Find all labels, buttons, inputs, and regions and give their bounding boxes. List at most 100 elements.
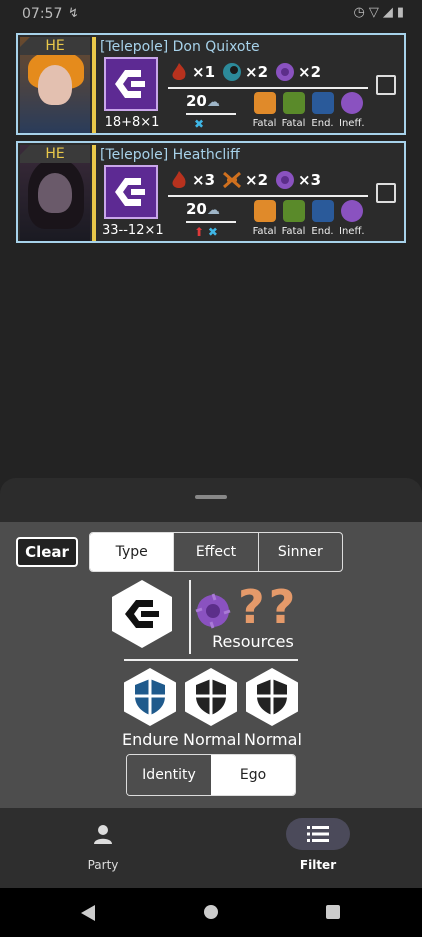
skill-card[interactable]: HE [Telepole] Don Quixote 18+8×1 ×1 ×2 ×…	[16, 33, 406, 135]
tab-identity[interactable]: Identity	[127, 755, 211, 795]
divider	[168, 195, 368, 197]
tab-type[interactable]: Type	[90, 533, 174, 571]
resistance-types: Fatal Fatal End. Ineff.	[252, 200, 365, 237]
endure-shield-filter[interactable]	[124, 668, 176, 726]
resistance-slash: Fatal	[252, 200, 277, 237]
gloom-icon	[221, 61, 243, 83]
resistance-label: Fatal	[252, 118, 277, 129]
envy-icon	[274, 61, 296, 83]
resistance-types: Fatal Fatal End. Ineff.	[252, 92, 365, 129]
arrow-up-icon: ⬆	[194, 225, 205, 239]
status-marks: ⬆ ✖	[194, 225, 218, 239]
envy-icon	[340, 200, 363, 222]
weight-icon: ☁	[206, 95, 220, 110]
crystal-icon	[311, 92, 334, 114]
nav-filter[interactable]: Filter	[258, 818, 378, 872]
drag-handle[interactable]	[195, 495, 227, 499]
wifi-off-icon: ↯	[68, 6, 79, 21]
select-checkbox[interactable]	[376, 75, 396, 95]
resource-cost-row: ×3 ×2 ×3	[168, 169, 325, 191]
resource-cost-row: ×1 ×2 ×2	[168, 61, 325, 83]
normal-shield-filter[interactable]	[185, 668, 237, 726]
filter-tabs: Type Effect Sinner	[89, 532, 343, 572]
home-icon[interactable]	[203, 904, 219, 920]
normal-shield-filter[interactable]	[246, 668, 298, 726]
status-marks: ✖	[194, 117, 204, 131]
pierce-type-filter[interactable]	[112, 580, 172, 648]
leaf-icon	[282, 200, 305, 222]
rarity-bar	[92, 145, 96, 241]
divider	[186, 113, 236, 115]
resistance-label: Ineff.	[339, 226, 365, 237]
shield-label: Endure	[122, 730, 179, 749]
envy-icon	[274, 169, 296, 191]
wrath-icon	[168, 61, 190, 83]
rarity-bar	[92, 37, 96, 133]
resistance-pierce: Fatal	[281, 92, 306, 129]
envy-icon[interactable]	[194, 592, 232, 630]
cross-icon: ✖	[207, 225, 218, 239]
portrait-face	[38, 65, 72, 105]
sinner-portrait: HE	[20, 37, 90, 133]
skill-card[interactable]: HE [Telepole] Heathcliff 33--12×1 ×3 ×2 …	[16, 141, 406, 243]
skill-name: [Telepole] Don Quixote	[100, 39, 260, 55]
back-icon[interactable]	[80, 904, 96, 922]
system-nav-bar	[0, 888, 422, 937]
unknown-resource-filter[interactable]: ??	[238, 580, 299, 634]
tab-effect[interactable]: Effect	[173, 533, 257, 571]
resistance-label: End.	[311, 118, 334, 129]
slash-icon	[253, 200, 276, 222]
resistance-label: Fatal	[281, 226, 306, 237]
select-checkbox[interactable]	[376, 183, 396, 203]
resistance-other: Ineff.	[339, 200, 365, 237]
tab-ego[interactable]: Ego	[211, 755, 295, 795]
divider	[186, 221, 236, 223]
resistance-other: Ineff.	[339, 92, 365, 129]
leaf-icon	[282, 92, 305, 114]
status-bar: 07:57 ↯ ◷▽◢▮	[0, 0, 422, 30]
weight-icon: ☁	[206, 203, 220, 218]
shield-icon	[196, 679, 226, 715]
status-time: 07:57	[22, 6, 63, 22]
envy-icon	[340, 92, 363, 114]
slash-icon	[253, 92, 276, 114]
nav-label: Party	[87, 858, 119, 872]
weight-value: 20☁	[186, 200, 236, 218]
resource-count: ×2	[245, 63, 269, 81]
status-icons: ◷▽◢▮	[353, 5, 408, 20]
sinner-portrait: HE	[20, 145, 90, 241]
filter-sheet: Clear Type Effect Sinner ?? Resources En…	[0, 478, 422, 808]
resistance-pierce: Fatal	[281, 200, 306, 237]
divider	[168, 87, 368, 89]
weight-number: 20	[186, 200, 207, 218]
nav-party[interactable]: Party	[43, 818, 163, 872]
resistance-label: End.	[311, 226, 334, 237]
list-icon	[307, 826, 329, 842]
tab-sinner[interactable]: Sinner	[257, 533, 342, 571]
pierce-skill-icon	[104, 57, 158, 111]
portrait-face	[38, 173, 72, 213]
nav-icon-container	[71, 818, 135, 850]
bottom-nav: Party Filter	[0, 808, 422, 888]
resource-count: ×1	[192, 63, 216, 81]
shield-label: Normal	[183, 730, 241, 749]
resource-count: ×3	[298, 171, 322, 189]
nav-label: Filter	[299, 858, 337, 872]
weight-value: 20☁	[186, 92, 236, 110]
person-icon	[94, 825, 112, 844]
resistance-slash: Fatal	[252, 92, 277, 129]
sloth-icon	[221, 169, 243, 191]
shield-label: Normal	[244, 730, 302, 749]
divider	[124, 659, 298, 661]
filter-panel: Clear Type Effect Sinner ?? Resources En…	[0, 522, 422, 808]
resistance-blunt: End.	[310, 92, 335, 129]
grade-badge: HE	[20, 145, 90, 163]
recents-icon[interactable]	[325, 904, 341, 920]
resistance-label: Fatal	[281, 118, 306, 129]
clear-button[interactable]: Clear	[16, 537, 78, 567]
wrath-icon	[168, 169, 190, 191]
resources-label: Resources	[212, 632, 294, 651]
shield-icon	[257, 679, 287, 715]
divider	[189, 580, 191, 654]
grade-badge: HE	[20, 37, 90, 55]
